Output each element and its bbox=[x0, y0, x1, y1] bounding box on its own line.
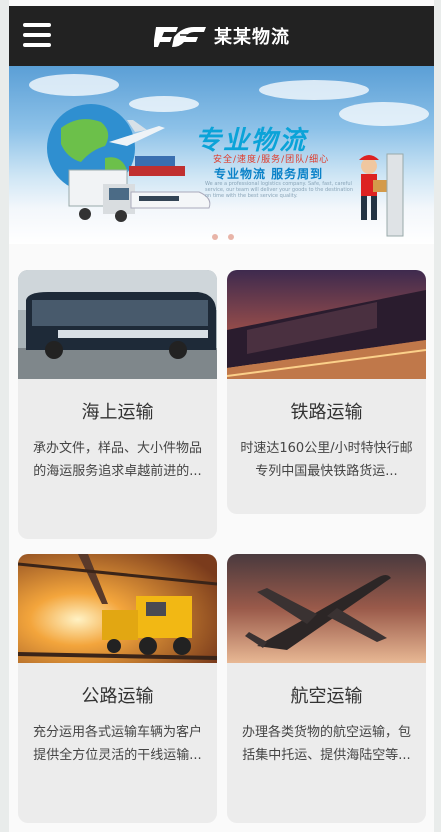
frame-left bbox=[0, 0, 9, 832]
banner-fine-print: We are a professional logistics company.… bbox=[205, 181, 353, 199]
menu-icon[interactable] bbox=[23, 23, 51, 47]
card-title: 航空运输 bbox=[290, 686, 363, 707]
service-card-rail[interactable]: 铁路运输 时速达160公里/小时特快行邮专列中国最快铁路货运... bbox=[227, 270, 426, 514]
hero-banner[interactable]: 专业物流 安全/速度/服务/团队/细心 专业物流 服务周到 We are a p… bbox=[9, 66, 434, 244]
service-card-air[interactable]: 航空运输 办理各类货物的航空运输，包括集中托运、提供海陆空等... bbox=[227, 554, 426, 823]
card-title: 海上运输 bbox=[81, 402, 154, 423]
card-title: 公路运输 bbox=[81, 686, 154, 707]
service-card-road[interactable]: 公路运输 充分运用各式运输车辆为客户提供全方位灵活的干线运输... bbox=[18, 554, 217, 823]
card-desc: 办理各类货物的航空运输，包括集中托运、提供海陆空等... bbox=[241, 725, 411, 763]
trucks-image bbox=[18, 554, 217, 663]
banner-tags: 安全/速度/服务/团队/细心 bbox=[213, 155, 330, 165]
banner-subtitle: 专业物流 服务周到 bbox=[214, 167, 324, 181]
carousel-dots bbox=[212, 234, 234, 240]
card-desc: 时速达160公里/小时特快行邮专列中国最快铁路货运... bbox=[240, 441, 413, 479]
service-card-sea[interactable]: 海上运输 承办文件，样品、大小件物品的海运服务追求卓越前进的... bbox=[18, 270, 217, 539]
page: 某某物流 专业物流 安全/速度/服务/团队/细心 专业物流 服务周到 We ar… bbox=[0, 0, 441, 832]
carousel-dot-2[interactable] bbox=[228, 234, 234, 240]
frame-right bbox=[434, 0, 441, 832]
carousel-dot-1[interactable] bbox=[212, 234, 218, 240]
logo-text: 某某物流 bbox=[214, 27, 290, 48]
header-bar: 某某物流 bbox=[9, 6, 434, 66]
logo-mark-icon bbox=[154, 27, 208, 47]
bus-image bbox=[18, 270, 217, 379]
card-desc: 充分运用各式运输车辆为客户提供全方位灵活的干线运输... bbox=[32, 725, 202, 763]
card-desc: 承办文件，样品、大小件物品的海运服务追求卓越前进的... bbox=[32, 441, 202, 479]
train-image bbox=[227, 270, 426, 379]
logo[interactable]: 某某物流 bbox=[154, 21, 290, 51]
card-title: 铁路运输 bbox=[290, 402, 363, 423]
airplane-image bbox=[227, 554, 426, 663]
